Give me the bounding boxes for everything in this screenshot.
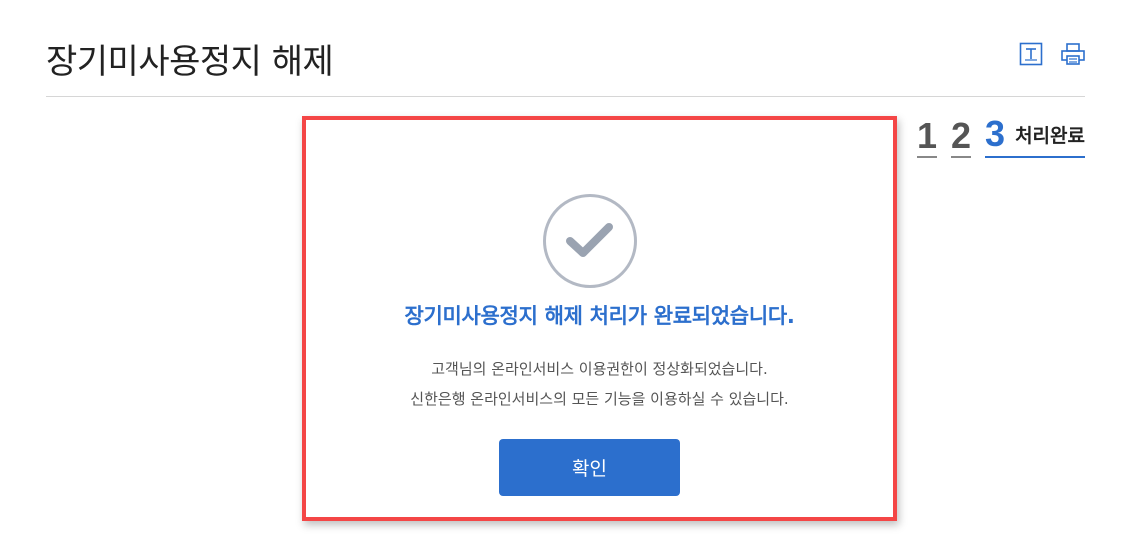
step-2: 2 — [951, 115, 972, 158]
text-size-icon[interactable] — [1018, 41, 1044, 67]
completion-dialog: 장기미사용정지 해제 처리가 완료되었습니다. 고객님의 온라인서비스 이용권한… — [302, 116, 897, 521]
print-icon[interactable] — [1060, 41, 1086, 67]
step-1: 1 — [916, 115, 938, 158]
check-icon — [543, 194, 637, 288]
completion-message-1: 고객님의 온라인서비스 이용권한이 정상화되었습니다. — [431, 360, 768, 378]
step-3-label: 처리완료 — [1015, 125, 1085, 147]
step-3: 3 — [985, 113, 1006, 154]
step-indicator: 1 2 3 처리완료 — [916, 114, 1085, 158]
header-divider — [46, 96, 1085, 97]
completion-message-2: 신한은행 온라인서비스의 모든 기능을 이용하실 수 있습니다. — [410, 390, 789, 408]
confirm-button[interactable]: 확인 — [499, 439, 680, 496]
page-title: 장기미사용정지 해제 — [46, 42, 334, 82]
completion-heading: 장기미사용정지 해제 처리가 완료되었습니다. — [404, 304, 795, 328]
step-3-current: 3 처리완료 — [985, 116, 1085, 158]
